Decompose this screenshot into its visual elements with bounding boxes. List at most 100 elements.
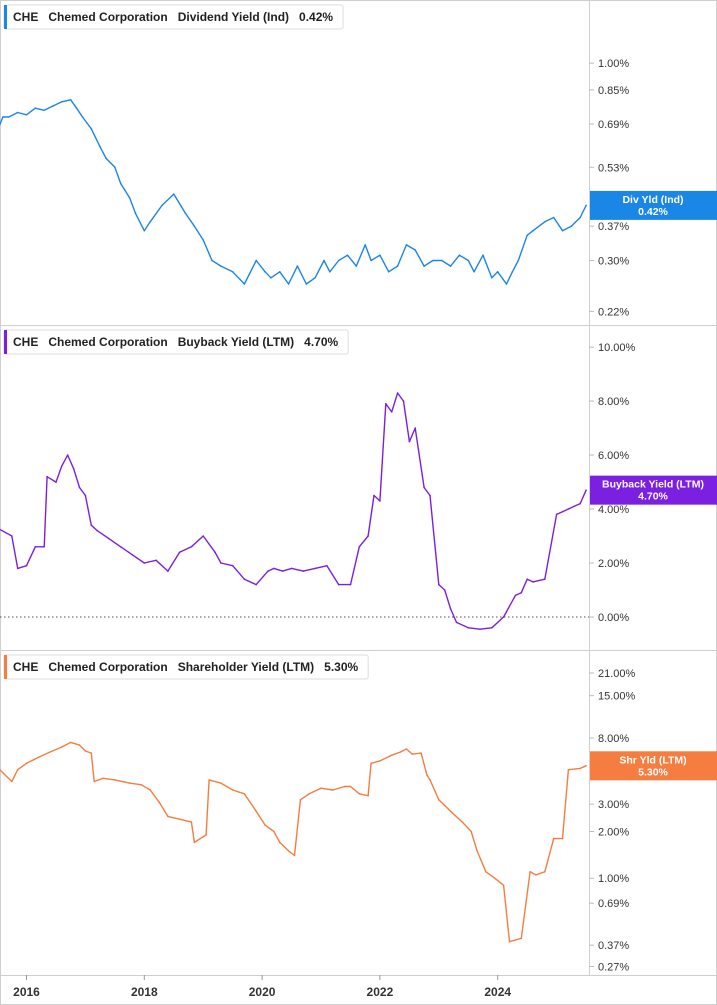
data-point (520, 937, 523, 940)
data-point (337, 583, 340, 586)
header-ticker: CHE (13, 10, 38, 24)
data-point (167, 570, 169, 572)
header-value: 5.30% (324, 660, 358, 674)
x-tick-label: 2024 (484, 985, 511, 999)
data-point (467, 259, 470, 262)
data-point (52, 105, 54, 107)
data-point (69, 741, 72, 744)
data-point (273, 830, 275, 833)
data-point (119, 546, 122, 548)
data-point (390, 411, 393, 413)
data-point (561, 229, 564, 232)
data-point (570, 225, 573, 227)
data-point (155, 559, 157, 562)
data-point (143, 229, 146, 232)
value-tag-label: Buyback Yield (LTM) (602, 479, 704, 491)
data-point (379, 760, 381, 762)
data-point (402, 400, 405, 402)
series-color-swatch (4, 655, 7, 679)
data-point (105, 157, 107, 159)
data-point (544, 578, 546, 580)
data-point (326, 564, 328, 567)
data-point (364, 244, 367, 246)
data-point (414, 249, 417, 251)
y-tick-label: 2.00% (598, 558, 629, 570)
data-point (411, 753, 414, 755)
data-point (11, 535, 13, 537)
data-point (355, 265, 358, 267)
y-tick-label: 8.00% (598, 396, 629, 408)
data-point (178, 551, 181, 553)
data-point (128, 197, 131, 199)
y-tick-label: 15.00% (598, 691, 636, 703)
y-tick-label: 8.00% (598, 733, 629, 745)
data-point (299, 799, 302, 801)
data-point (108, 537, 110, 540)
data-point (231, 564, 234, 567)
data-point (287, 283, 290, 285)
y-tick-label: 0.53% (598, 162, 629, 174)
data-point (302, 570, 305, 572)
data-point (399, 751, 402, 753)
data-point (293, 854, 296, 857)
header-metric: Buyback Yield (LTM) (178, 335, 294, 349)
data-point (408, 440, 411, 443)
series-color-swatch (4, 330, 7, 354)
data-point (552, 216, 555, 219)
x-tick-label: 2016 (13, 985, 40, 999)
data-point (61, 746, 63, 748)
data-point (449, 265, 452, 267)
data-point (25, 564, 28, 567)
data-point (358, 793, 361, 795)
header-company: Chemed Corporation (48, 660, 167, 674)
y-tick-label: 0.30% (598, 256, 629, 268)
data-point (16, 567, 19, 570)
data-point (231, 271, 234, 273)
data-point (255, 259, 257, 262)
y-tick-label: 0.37% (598, 940, 629, 952)
data-point (193, 225, 196, 227)
data-point (279, 271, 281, 273)
data-point (140, 784, 143, 786)
data-point (72, 467, 75, 470)
data-point (49, 751, 51, 753)
data-point (78, 486, 81, 489)
data-point (11, 780, 13, 783)
data-point (443, 589, 446, 591)
data-point (332, 789, 334, 791)
data-point (470, 830, 473, 833)
data-point (16, 111, 19, 114)
data-point (358, 546, 361, 548)
data-point (34, 546, 37, 548)
data-point (46, 475, 48, 478)
data-point (43, 109, 45, 112)
header-value: 4.70% (304, 335, 338, 349)
data-point (99, 146, 101, 148)
data-point (405, 244, 408, 246)
data-point (458, 254, 461, 256)
data-point (90, 128, 93, 130)
data-point (485, 871, 487, 873)
data-point (296, 265, 299, 267)
data-point (432, 259, 434, 262)
data-point (143, 562, 146, 564)
header-value: 0.42% (299, 10, 333, 24)
data-point (267, 570, 269, 572)
data-point (173, 193, 175, 195)
data-point (69, 99, 72, 101)
y-tick-label: 3.00% (598, 799, 629, 811)
data-point (37, 756, 40, 759)
data-point (379, 254, 381, 256)
data-point (214, 551, 216, 553)
value-tag-value: 4.70% (638, 491, 668, 503)
x-tick-label: 2018 (131, 985, 158, 999)
value-tag-value: 5.30% (638, 766, 668, 778)
data-point (220, 562, 222, 564)
data-point (193, 841, 196, 844)
data-point (114, 779, 116, 781)
header-metric: Shareholder Yield (LTM) (178, 660, 314, 674)
data-point (544, 871, 546, 873)
value-tag-value: 0.42% (638, 206, 668, 218)
data-point (178, 818, 181, 820)
data-point (161, 204, 163, 207)
